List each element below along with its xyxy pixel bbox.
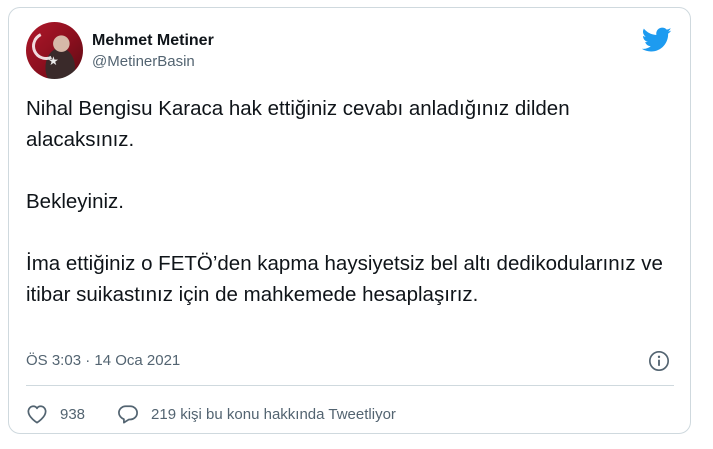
tweet-actions: 938 219 kişi bu konu hakkında Tweetliyor xyxy=(26,402,396,426)
like-button[interactable]: 938 xyxy=(26,404,85,424)
author-info[interactable]: Mehmet Metiner @MetinerBasin xyxy=(92,31,214,72)
like-count: 938 xyxy=(60,405,86,423)
author-handle[interactable]: @MetinerBasin xyxy=(92,52,214,72)
tweet-timestamp[interactable]: ÖS 3:03 · 14 Oca 2021 xyxy=(26,351,180,371)
info-icon[interactable] xyxy=(648,350,670,372)
conversation-link[interactable]: 219 kişi bu konu hakkında Tweetliyor xyxy=(117,404,396,424)
divider xyxy=(26,385,674,386)
author-display-name[interactable]: Mehmet Metiner xyxy=(92,31,214,51)
tweet-card[interactable]: ★ Mehmet Metiner @MetinerBasin Nihal Ben… xyxy=(8,7,691,434)
tweet-text: Nihal Bengisu Karaca hak ettiğiniz cevab… xyxy=(26,97,663,306)
avatar[interactable]: ★ xyxy=(26,22,83,79)
twitter-bird-icon[interactable] xyxy=(642,27,672,53)
star-icon: ★ xyxy=(48,54,59,68)
comment-bubble-icon xyxy=(118,405,138,424)
heart-icon xyxy=(27,405,47,424)
conversation-label: 219 kişi bu konu hakkında Tweetliyor xyxy=(151,405,396,423)
tweet-header: ★ Mehmet Metiner @MetinerBasin xyxy=(26,22,674,82)
